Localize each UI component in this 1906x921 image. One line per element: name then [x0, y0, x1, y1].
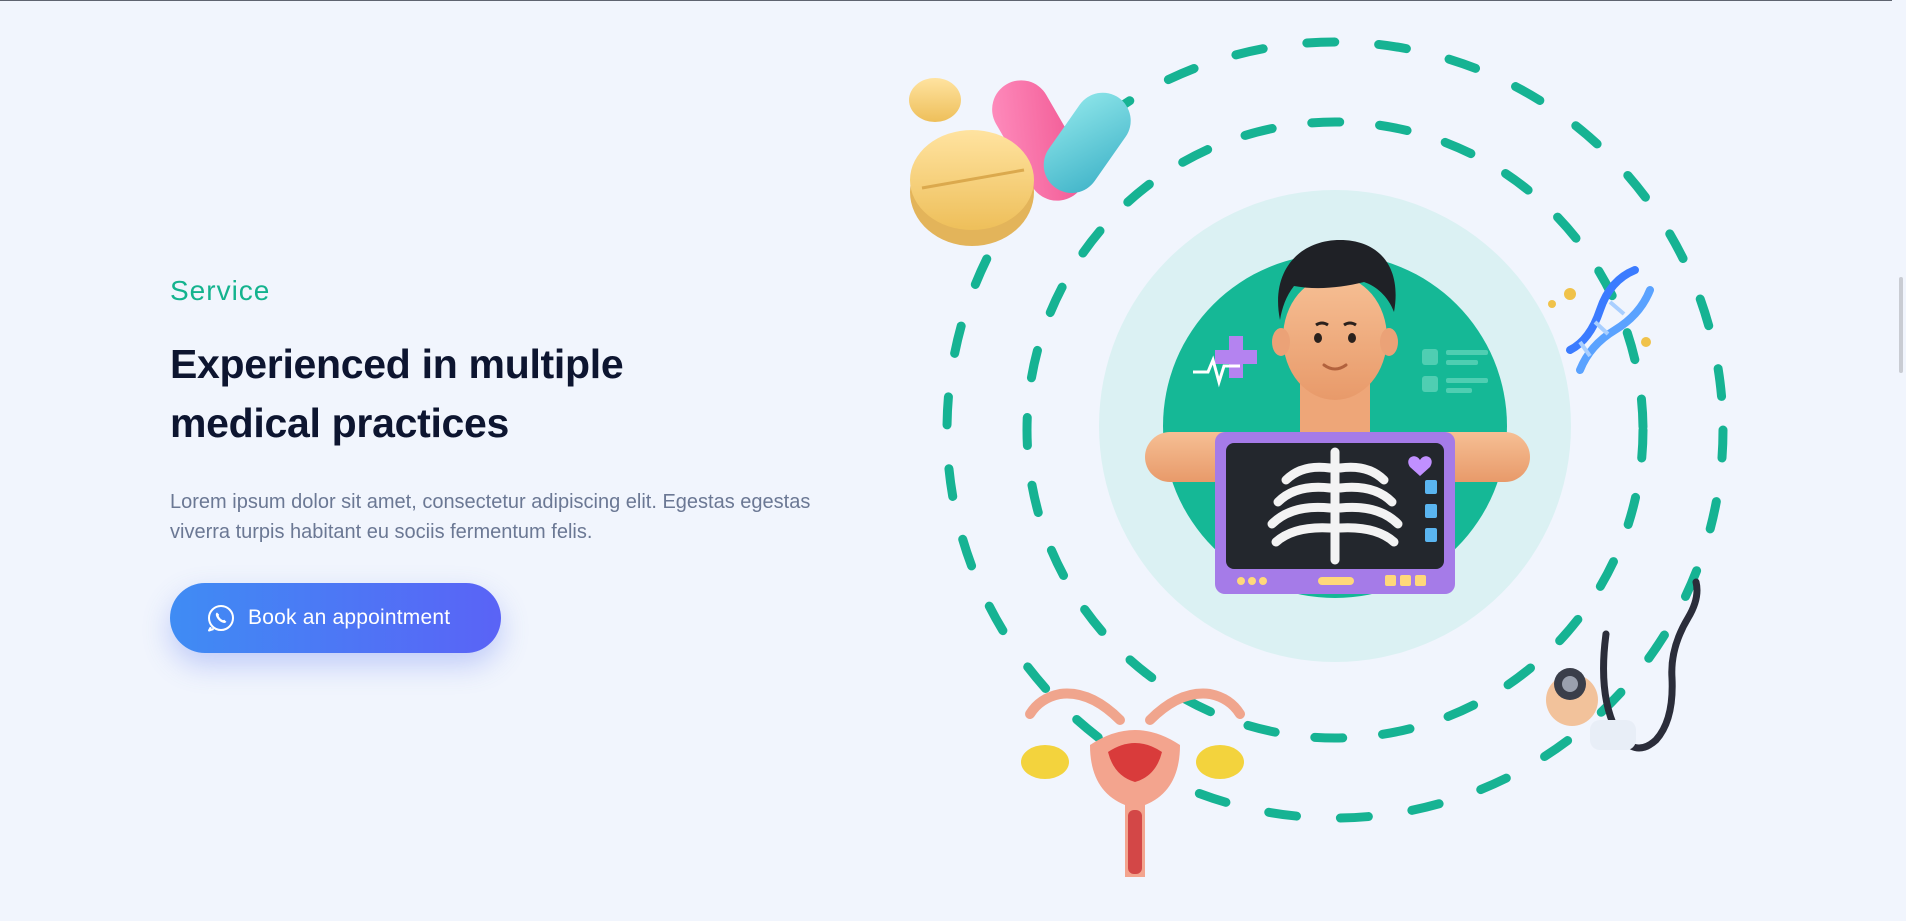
top-divider	[0, 0, 1906, 1]
scrollbar-thumb[interactable]	[1899, 277, 1903, 373]
stethoscope-icon	[1546, 578, 1701, 752]
title-line-1: Experienced in multiple	[170, 341, 624, 387]
hero-description: Lorem ipsum dolor sit amet, consectetur …	[170, 491, 811, 543]
pills-icon	[909, 78, 1131, 246]
uterus-icon	[1021, 688, 1245, 877]
section-eyebrow: Service	[170, 275, 271, 306]
page: Service Experienced in multiple medical …	[0, 0, 1906, 921]
medical-illustration	[909, 37, 1728, 877]
cta-label: Book an appointment	[248, 606, 451, 629]
phone-icon	[208, 605, 234, 632]
hero-text: Service Experienced in multiple medical …	[170, 275, 850, 653]
book-appointment-button[interactable]: Book an appointment	[170, 583, 501, 653]
page-scrollbar[interactable]	[1892, 0, 1906, 921]
page-title: Experienced in multiple medical practice…	[170, 335, 850, 453]
title-line-2: medical practices	[170, 400, 510, 446]
